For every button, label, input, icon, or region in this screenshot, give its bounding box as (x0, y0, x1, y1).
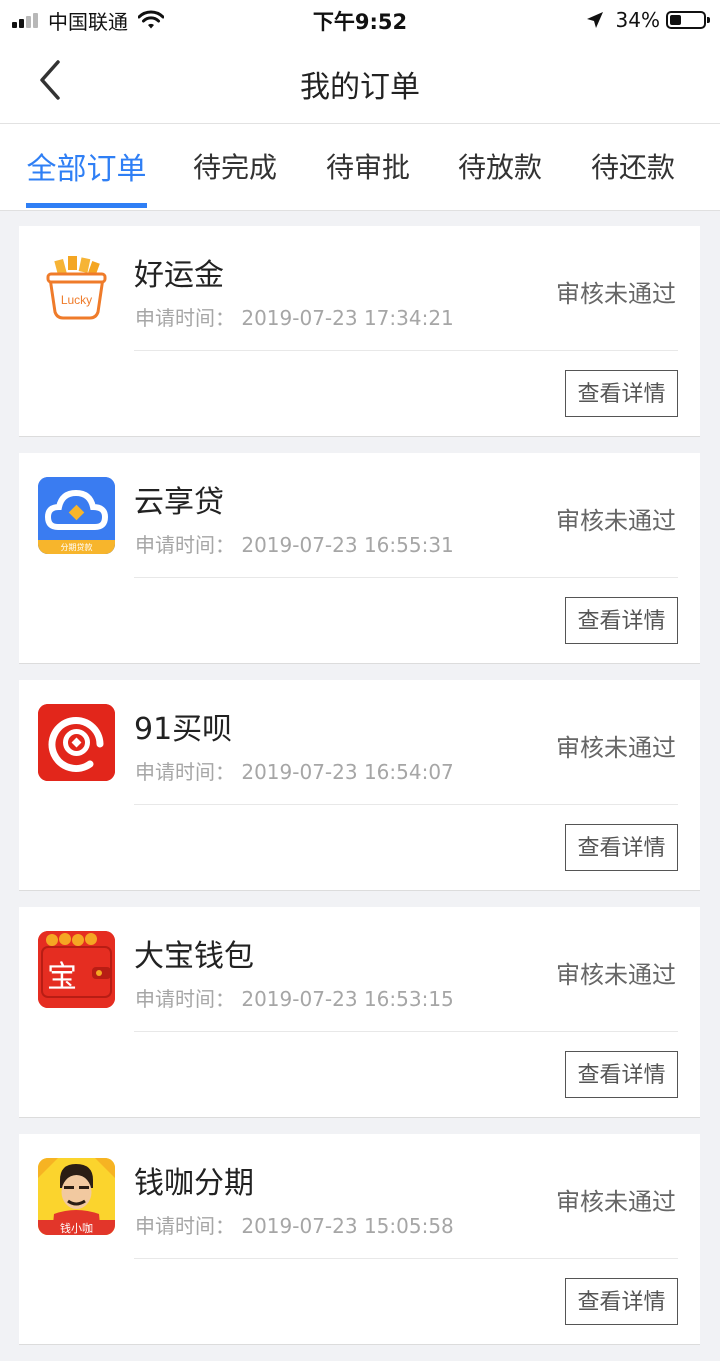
tab-label: 待审批 (325, 151, 410, 184)
tab-label: 待放款 (457, 151, 542, 184)
nav-bar: 我的订单 (0, 40, 720, 124)
cloud-logo: 分期贷款 (38, 477, 115, 554)
status-label: 审核未通过 (556, 734, 676, 762)
divider (134, 1258, 678, 1259)
order-card[interactable]: 91买呗 申请时间： 2019-07-23 16:54:07 审核未通过 查看详… (19, 680, 700, 890)
app-name: 大宝钱包 (134, 939, 254, 974)
tab-pending-complete[interactable]: 待完成 (192, 146, 278, 210)
tab-label: 待还款 (590, 151, 675, 184)
cartoon-man-logo: 钱小咖 (38, 1158, 115, 1235)
order-card[interactable]: Lucky 好运金 申请时间： 2019-07-23 17:34:21 审核未通… (19, 226, 700, 436)
divider (134, 350, 678, 351)
tab-pending-repayment[interactable]: 待还款 (590, 146, 676, 210)
logo-text: Lucky (61, 293, 92, 307)
apply-time: 申请时间： 2019-07-23 16:55:31 (135, 533, 454, 557)
view-details-button[interactable]: 查看详情 (565, 1051, 678, 1098)
apply-time: 申请时间： 2019-07-23 17:34:21 (135, 306, 454, 330)
view-details-button[interactable]: 查看详情 (565, 824, 678, 871)
location-arrow-icon (586, 12, 603, 28)
order-card[interactable]: 宝 大宝钱包 申请时间： 2019-07-23 16:53:15 审核未通过 查… (19, 907, 700, 1117)
tab-pending-disbursement[interactable]: 待放款 (457, 146, 543, 210)
status-label: 审核未通过 (556, 961, 676, 989)
red-ring-logo (38, 704, 115, 781)
battery-icon (666, 11, 710, 29)
status-label: 审核未通过 (556, 280, 676, 308)
app-name: 91买呗 (134, 712, 233, 747)
status-label: 审核未通过 (556, 507, 676, 535)
app-name: 好运金 (134, 258, 224, 293)
apply-time: 申请时间： 2019-07-23 16:54:07 (135, 760, 454, 784)
tab-active-indicator (26, 203, 147, 208)
logo-text: 宝 (47, 960, 77, 995)
order-card[interactable]: 钱小咖 钱咖分期 申请时间： 2019-07-23 15:05:58 审核未通过… (19, 1134, 700, 1344)
order-list: Lucky 好运金 申请时间： 2019-07-23 17:34:21 审核未通… (0, 226, 720, 1361)
view-details-button[interactable]: 查看详情 (565, 1278, 678, 1325)
status-label: 审核未通过 (556, 1188, 676, 1216)
logo-text: 钱小咖 (60, 1221, 93, 1235)
divider (134, 1031, 678, 1032)
view-details-button[interactable]: 查看详情 (565, 597, 678, 644)
divider (134, 804, 678, 805)
apply-time: 申请时间： 2019-07-23 15:05:58 (135, 1214, 454, 1238)
tab-pending-approval[interactable]: 待审批 (325, 146, 411, 210)
status-bar: 中国联通 下午9:52 34% (0, 0, 720, 40)
divider (134, 577, 678, 578)
battery-fill (670, 15, 681, 25)
lucky-bag-logo: Lucky (38, 250, 115, 327)
tab-label: 待完成 (192, 151, 277, 184)
order-card[interactable]: 分期贷款 云享贷 申请时间： 2019-07-23 16:55:31 审核未通过… (19, 453, 700, 663)
logo-text: 分期贷款 (61, 542, 93, 552)
app-name: 云享贷 (134, 485, 224, 520)
tab-all-orders[interactable]: 全部订单 (26, 144, 147, 208)
page-title: 我的订单 (300, 70, 420, 105)
red-wallet-logo: 宝 (38, 931, 115, 1008)
tab-bar: 全部订单 待完成 待审批 待放款 待还款 (0, 124, 720, 211)
status-right: 34% (586, 6, 710, 34)
apply-time: 申请时间： 2019-07-23 16:53:15 (135, 987, 454, 1011)
tab-label: 全部订单 (26, 152, 147, 187)
view-details-button[interactable]: 查看详情 (565, 370, 678, 417)
battery-percent: 34% (615, 8, 660, 32)
app-name: 钱咖分期 (134, 1166, 254, 1201)
